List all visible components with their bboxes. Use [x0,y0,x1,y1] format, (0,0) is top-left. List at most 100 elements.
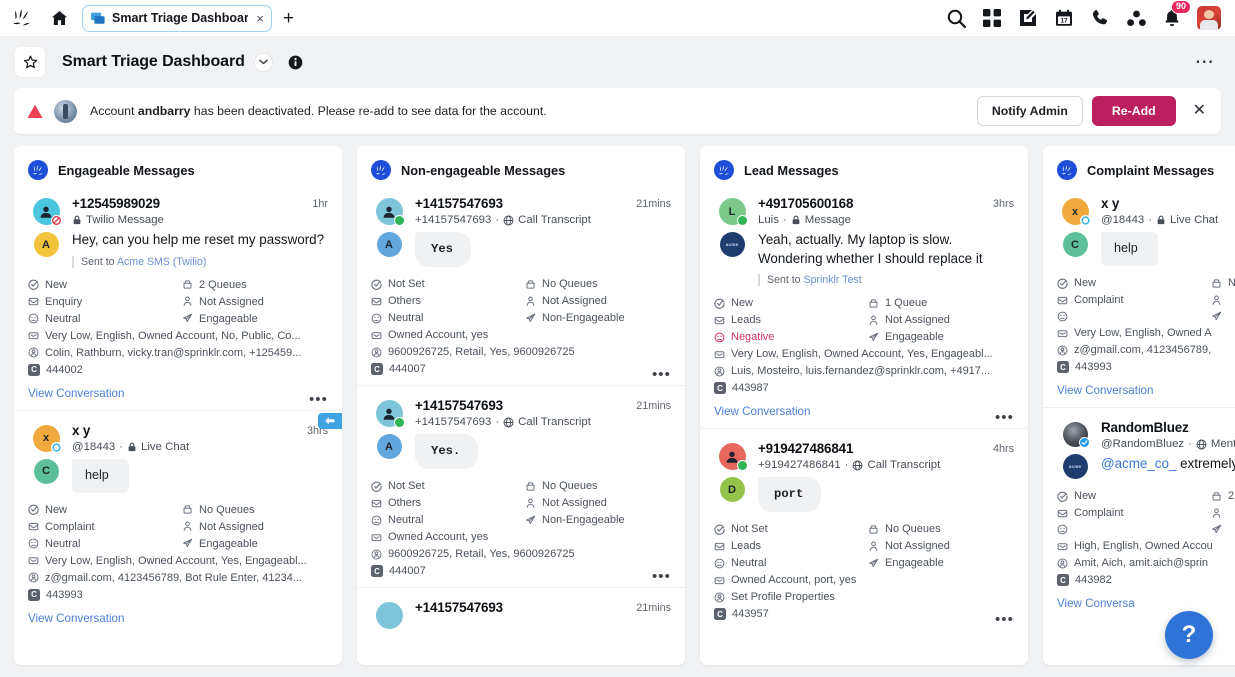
phone-icon[interactable] [1089,7,1111,29]
compose-edit-icon[interactable] [1017,7,1039,29]
message-time: 1hr [304,196,328,210]
dashboard-more-options[interactable]: ⋯ [1195,53,1221,72]
view-conversation-link[interactable]: View Conversation [714,405,1014,418]
meta-item: Engageable [182,313,328,325]
channel-icon [503,417,514,428]
column-card-list[interactable]: A +14157547693 21mins +14157547693·Call … [357,192,685,665]
card-more-options[interactable]: ••• [652,569,671,584]
message-card[interactable]: A +14157547693 21mins +14157547693·Call … [357,385,685,587]
re-add-button[interactable]: Re-Add [1092,96,1176,126]
column-complaint-messages: Complaint Messages xC x y @18443·Live Ch… [1043,146,1235,665]
home-button[interactable] [44,5,74,31]
meta-icon [1211,524,1222,535]
channel-avatar: C [34,459,59,484]
message-card[interactable]: Lacme +491705600168 3hrs Luis·Message Ye… [700,192,1028,428]
whatsapp-badge-icon [737,215,748,226]
meta-icon [868,524,879,535]
apps-grid-icon[interactable] [981,7,1003,29]
meta-icon [714,315,725,326]
collaboration-icon[interactable] [1125,7,1147,29]
meta-detail-row: Very Low, English, Owned Account, Yes, E… [714,348,1014,360]
message-card[interactable]: +14157547693 21mins [357,587,685,629]
blocked-badge-icon [51,215,62,226]
meta-detail-text: Very Low, English, Owned Account, Yes, E… [45,555,307,567]
message-bubble: help [1101,232,1158,266]
sender-name: +12545989029 [72,196,160,212]
sender-name: +919427486841 [758,441,853,457]
meta-icon [525,498,536,509]
column-card-list[interactable]: A +12545989029 1hr Twilio Message Hey, c… [14,192,342,665]
meta-label: Complaint [1074,294,1124,306]
sender-meta: +14157547693·Call Transcript [415,214,671,226]
avatar-stack: acme [1057,420,1093,479]
mention-link[interactable]: @acme_co_ [1101,456,1176,471]
favorite-star-icon[interactable] [14,46,46,78]
meta-item: Complaint [28,521,174,533]
notify-admin-button[interactable]: Notify Admin [977,96,1083,126]
view-conversation-link[interactable]: View Conversa [1057,597,1235,610]
user-avatar[interactable] [1197,6,1221,30]
close-icon[interactable]: ✕ [1190,103,1209,119]
channel-name: Live Chat [141,441,189,453]
search-icon[interactable] [945,7,967,29]
column-title: Non-engageable Messages [401,163,565,178]
view-conversation-link[interactable]: View Conversation [1057,384,1235,397]
meta-item: 1 Queue [868,297,1014,309]
meta-icon [1057,491,1068,502]
meta-detail-text: Owned Account, yes [388,329,488,341]
chevron-down-icon[interactable] [254,53,273,72]
meta-label: Enquiry [45,296,82,308]
meta-label: Others [388,497,421,509]
case-id-row: C443993 [1057,361,1235,373]
column-card-list[interactable]: Lacme +491705600168 3hrs Luis·Message Ye… [700,192,1028,665]
calendar-icon[interactable]: 17 [1053,7,1075,29]
view-conversation-link[interactable]: View Conversation [28,612,328,625]
browser-tab-smart-triage-dashboard[interactable]: Smart Triage Dashboard × [82,5,272,32]
sent-to-target[interactable]: Acme SMS (Twilio) [117,256,206,268]
view-conversation-link[interactable]: View Conversation [28,387,328,400]
message-card[interactable]: D +919427486841 4hrs +919427486841·Call … [700,428,1028,630]
sender-name: x y [72,423,90,439]
contact-avatar [719,443,746,470]
message-card[interactable]: xC x y @18443·Live Chat help NewNo Queue… [1043,192,1235,407]
meta-detail-row: Very Low, English, Owned Account, No, Pu… [28,330,328,342]
notifications-bell-icon[interactable]: 90 [1161,7,1183,29]
meta-icon [1211,491,1222,502]
meta-icon [28,313,39,324]
meta-icon [714,349,725,360]
meta-detail-text: Set Profile Properties [731,591,835,603]
column-card-list[interactable]: xC x y @18443·Live Chat help NewNo Queue… [1043,192,1235,665]
card-more-options[interactable]: ••• [309,392,328,407]
message-card[interactable]: A +12545989029 1hr Twilio Message Hey, c… [14,192,342,410]
meta-item: No Queues [1211,277,1235,289]
whatsapp-badge-icon [394,215,405,226]
info-icon[interactable] [288,55,303,70]
new-tab-button[interactable]: + [283,9,294,28]
avatar-stack: Lacme [714,196,750,286]
card-more-options[interactable]: ••• [995,612,1014,627]
channel-name: Message [805,214,851,226]
sent-to-target[interactable]: Sprinklr Test [804,274,862,286]
message-time: 21mins [628,196,671,210]
message-card[interactable]: acme RandomBluez @RandomBluez·Mention @a… [1043,407,1235,620]
meta-icon [182,538,193,549]
warning-icon [27,104,44,119]
message-bubble: Yes [415,232,471,267]
deactivated-account-alert: Account andbarry has been deactivated. P… [14,88,1221,134]
message-card[interactable]: A +14157547693 21mins +14157547693·Call … [357,192,685,385]
page-title: Smart Triage Dashboard [62,53,245,71]
reply-badge-icon[interactable] [318,413,342,429]
meta-item: New [28,504,174,516]
meta-item: Engageable [868,331,1014,343]
close-icon[interactable]: × [255,12,264,25]
message-card[interactable]: xC x y 3hrs @18443·Live Chat help NewNo … [14,410,342,635]
meta-detail-row: Amit, Aich, amit.aich@sprin [1057,557,1235,569]
help-button[interactable]: ? [1165,611,1213,659]
person-icon [382,406,396,420]
card-more-options[interactable]: ••• [652,367,671,382]
sender-meta: +14157547693·Call Transcript [415,416,671,428]
meta-label: Not Assigned [199,296,264,308]
channel-icon [127,442,137,452]
card-more-options[interactable]: ••• [995,410,1014,425]
meta-item: Non-Engageable [525,514,671,526]
